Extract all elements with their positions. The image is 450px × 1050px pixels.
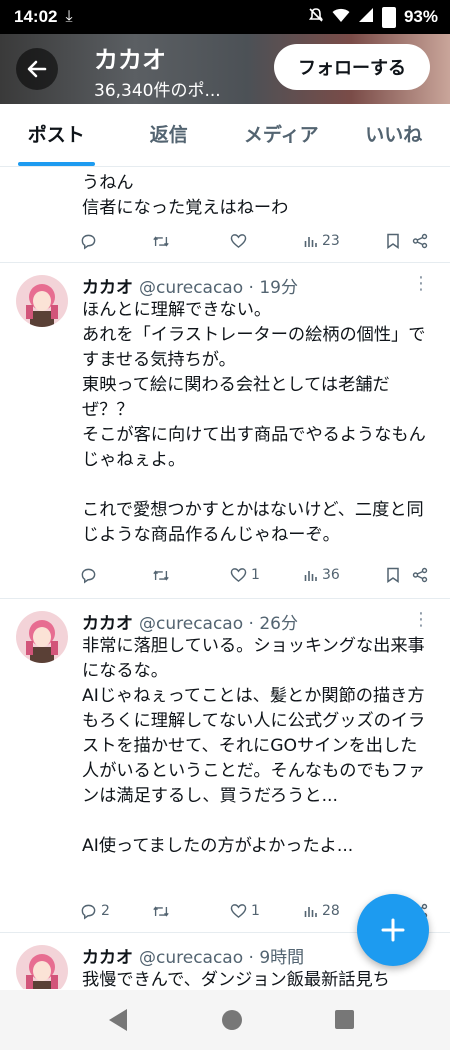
author-handle: @curecacao · 19分 xyxy=(139,278,298,298)
author-name[interactable]: カカオ xyxy=(82,948,133,968)
bookmark-icon xyxy=(387,567,399,583)
post-text: 我慢できんで、ダンジョン飯最新話見ち xyxy=(82,970,390,989)
wifi-icon xyxy=(332,7,350,27)
post-text: 非常に落胆している。ショッキングな出来事になるな。 AIじゃねぇってことは、髪と… xyxy=(82,636,426,856)
status-bar: 14:02 ⤓ 93% xyxy=(0,0,450,34)
signal-icon xyxy=(358,7,374,27)
repost-icon xyxy=(153,235,169,247)
post-text: ほんとに理解できない。 あれを「イラストレーターの絵柄の個性」ですませる気持ちが… xyxy=(82,300,426,545)
bookmark-icon xyxy=(387,233,399,249)
repost-button[interactable] xyxy=(152,903,230,920)
bookmark-button[interactable] xyxy=(386,567,412,583)
post-actions: 23 xyxy=(80,229,432,253)
tab-label: ポスト xyxy=(27,124,85,146)
post-actions: 1 36 xyxy=(80,563,432,587)
views-count: 28 xyxy=(322,903,340,919)
like-button[interactable]: 1 xyxy=(230,567,304,583)
heart-icon xyxy=(230,234,247,249)
post-meta: カカオ @curecacao · 9時間 xyxy=(82,943,304,968)
tab-label: 返信 xyxy=(149,124,188,146)
more-options-icon[interactable]: ⋮ xyxy=(412,609,430,630)
compose-button[interactable] xyxy=(357,894,429,966)
post-item[interactable]: カカオ @curecacao · 19分 ⋮ ほんとに理解できない。 あれを「イラ… xyxy=(0,263,450,599)
tab-label: いいね xyxy=(365,124,423,146)
post-meta: カカオ @curecacao · 26分 xyxy=(82,609,298,634)
post-feed: うねん 信者になった覚えはねーわ 23 カカオ @curecacao · 19分… xyxy=(0,167,450,989)
post-meta: カカオ @curecacao · 19分 xyxy=(82,273,298,298)
reply-icon xyxy=(81,568,96,583)
back-arrow-icon xyxy=(27,60,47,78)
author-name[interactable]: カカオ xyxy=(82,614,133,634)
share-button[interactable] xyxy=(412,567,428,583)
reply-button[interactable]: 2 xyxy=(80,903,152,920)
repost-button[interactable] xyxy=(152,567,230,584)
like-button[interactable]: 1 xyxy=(230,903,304,919)
nav-recents-icon[interactable] xyxy=(335,1010,354,1029)
views-icon xyxy=(304,907,317,917)
profile-name: カカオ xyxy=(94,46,166,74)
tab-label: メディア xyxy=(243,124,319,146)
like-count: 1 xyxy=(251,567,260,583)
download-icon: ⤓ xyxy=(65,8,73,25)
share-icon xyxy=(412,233,428,249)
avatar[interactable] xyxy=(16,275,68,327)
battery-percent: 93% xyxy=(403,7,438,26)
tab-replies[interactable]: 返信 xyxy=(113,104,226,166)
post-text: うねん 信者になった覚えはねーわ xyxy=(82,173,289,218)
active-tab-indicator xyxy=(18,162,95,166)
views-count: 23 xyxy=(322,233,340,249)
heart-icon xyxy=(230,904,247,919)
views-count: 36 xyxy=(322,567,340,583)
author-name[interactable]: カカオ xyxy=(82,278,133,298)
reply-count: 2 xyxy=(101,903,110,919)
reply-icon xyxy=(81,234,96,249)
reply-button[interactable] xyxy=(80,567,152,584)
heart-icon xyxy=(230,568,247,583)
bookmark-button[interactable] xyxy=(386,233,412,249)
more-options-icon[interactable]: ⋮ xyxy=(412,273,430,294)
views-button[interactable]: 23 xyxy=(304,233,386,249)
views-icon xyxy=(304,237,317,247)
profile-tabs: ポスト 返信 メディア いいね xyxy=(0,104,450,167)
battery-icon xyxy=(381,6,396,28)
like-button[interactable] xyxy=(230,233,304,249)
status-right: 93% xyxy=(308,6,438,28)
views-icon xyxy=(304,571,317,581)
author-handle: @curecacao · 9時間 xyxy=(139,948,305,968)
repost-icon xyxy=(153,905,169,917)
author-handle: @curecacao · 26分 xyxy=(139,614,298,634)
status-time: 14:02 xyxy=(14,7,58,26)
repost-icon xyxy=(153,569,169,581)
share-icon xyxy=(412,567,428,583)
system-nav-bar xyxy=(0,990,450,1050)
profile-header: カカオ 36,340件のポ... フォローする xyxy=(0,34,450,104)
post-count: 36,340件のポ... xyxy=(94,81,221,101)
mute-icon xyxy=(308,7,324,27)
share-button[interactable] xyxy=(412,233,428,249)
repost-button[interactable] xyxy=(152,233,230,250)
back-button[interactable] xyxy=(16,48,58,90)
post-item[interactable]: うねん 信者になった覚えはねーわ 23 xyxy=(0,167,450,263)
reply-button[interactable] xyxy=(80,233,152,250)
follow-button[interactable]: フォローする xyxy=(274,44,430,90)
post-item[interactable]: カカオ @curecacao · 26分 ⋮ 非常に落胆している。ショッキングな出… xyxy=(0,599,450,933)
plus-icon xyxy=(381,918,405,942)
like-count: 1 xyxy=(251,903,260,919)
nav-back-icon[interactable] xyxy=(109,1009,127,1031)
tab-posts[interactable]: ポスト xyxy=(0,104,113,166)
nav-home-icon[interactable] xyxy=(222,1010,242,1030)
views-button[interactable]: 36 xyxy=(304,567,386,583)
avatar[interactable] xyxy=(16,611,68,663)
avatar[interactable] xyxy=(16,945,68,989)
tab-media[interactable]: メディア xyxy=(225,104,338,166)
reply-icon xyxy=(81,904,96,919)
tab-likes[interactable]: いいね xyxy=(338,104,450,166)
